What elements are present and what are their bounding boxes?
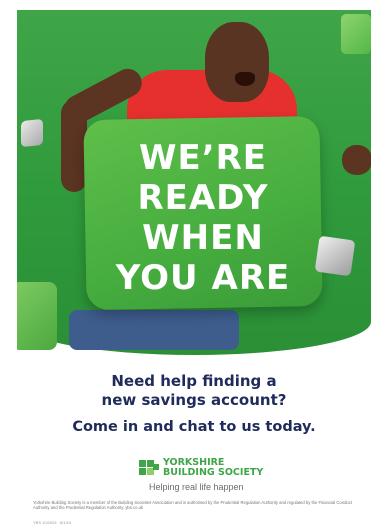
poster: WE’RE READY WHEN YOU ARE Need help findi… bbox=[17, 10, 371, 530]
brand-name-line-2: BUILDING SOCIETY bbox=[163, 467, 264, 478]
headline: WE’RE READY WHEN YOU ARE bbox=[85, 138, 321, 298]
person-mouth bbox=[235, 72, 255, 86]
brand-tagline: Helping real life happen bbox=[149, 482, 244, 492]
brand-name: YORKSHIRE BUILDING SOCIETY bbox=[163, 458, 263, 478]
person-hand bbox=[342, 145, 371, 175]
reference-code: YBS 10/2024 · 8/1/24 bbox=[33, 520, 72, 525]
headline-line-2: READY bbox=[137, 178, 269, 218]
person-jeans bbox=[69, 310, 239, 350]
subheading-line-3: Come in and chat to us today. bbox=[72, 419, 316, 435]
green-cube-bottom-left bbox=[17, 282, 57, 350]
green-cube-top-right bbox=[341, 14, 371, 54]
headline-line-4: YOU ARE bbox=[115, 258, 291, 298]
subheading-line-1: Need help finding a bbox=[111, 372, 277, 390]
headline-line-3: WHEN bbox=[142, 218, 264, 258]
grey-cube-left bbox=[21, 118, 43, 148]
headline-line-1: WE’RE bbox=[138, 138, 268, 178]
ybs-logo-icon bbox=[139, 460, 159, 478]
subheading-line-2: new savings account? bbox=[101, 391, 287, 409]
person-head bbox=[205, 22, 269, 102]
legal-text: Yorkshire Building Society is a member o… bbox=[33, 500, 352, 511]
